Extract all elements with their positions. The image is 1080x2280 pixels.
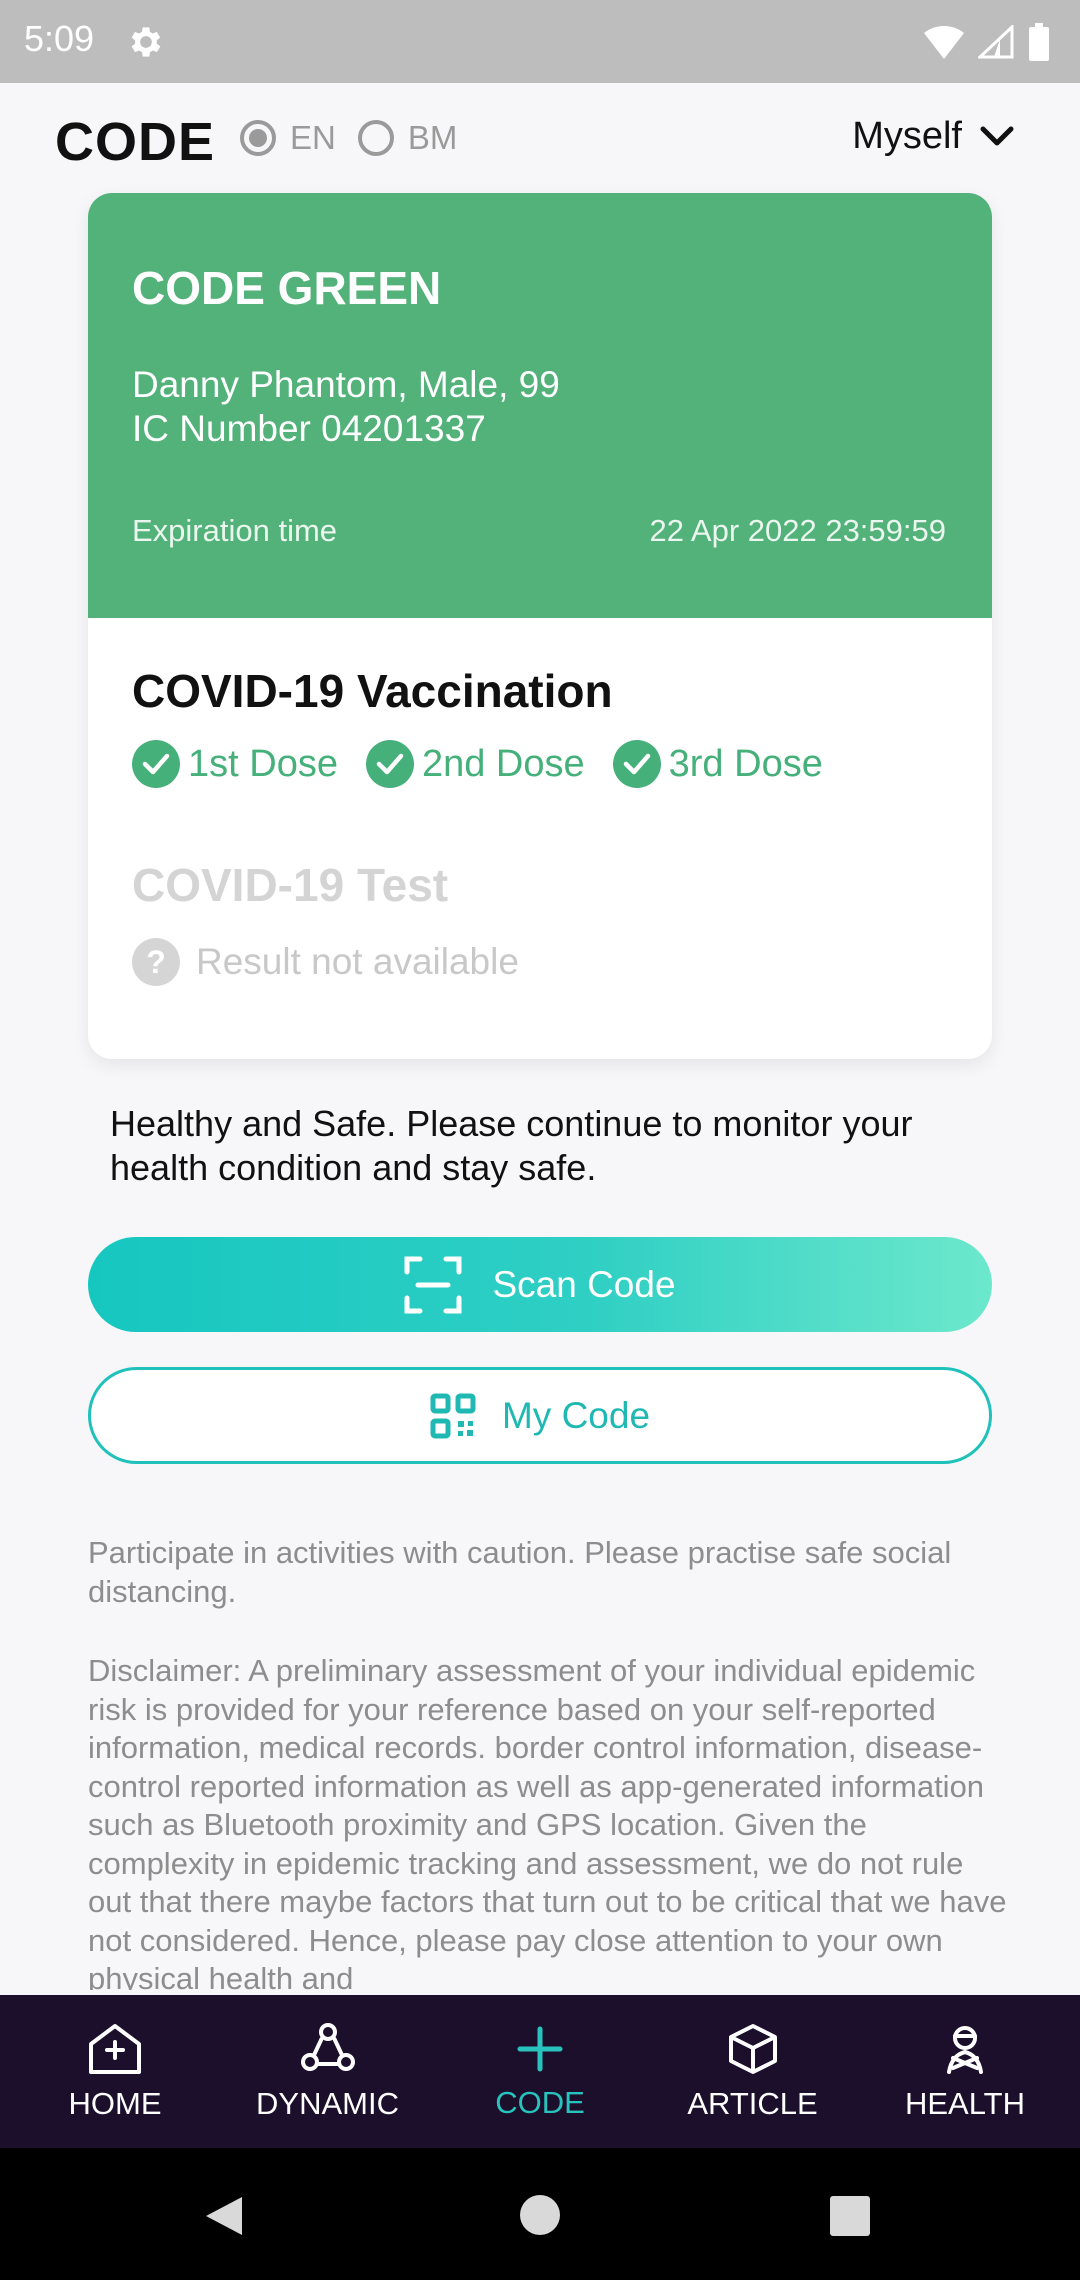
vaccination-title: COVID-19 Vaccination: [132, 665, 613, 717]
status-time: 5:09: [24, 18, 95, 59]
page-title: CODE: [55, 112, 216, 172]
nav-label-article: ARTICLE: [687, 2085, 818, 2121]
check-circle-icon: [365, 740, 414, 788]
gear-icon: [131, 27, 161, 57]
home-circle-icon[interactable]: [519, 2194, 561, 2236]
back-icon[interactable]: [204, 2195, 244, 2237]
dose-list: 1st Dose 2nd Dose 3rd Dose: [132, 740, 823, 788]
language-label-en: EN: [290, 119, 336, 156]
health-advice: Healthy and Safe. Please continue to mon…: [110, 1103, 913, 1188]
profile-label: Myself: [852, 115, 962, 157]
radio-unselected-icon: [357, 120, 394, 156]
dose-label: 2nd Dose: [421, 742, 585, 785]
wifi-icon: [924, 25, 964, 59]
vaccination-panel: COVID-19 Vaccination 1st Dose 2nd Dose 3…: [88, 618, 992, 1059]
language-option-en[interactable]: EN: [240, 119, 336, 157]
nav-label-dynamic: DYNAMIC: [256, 2085, 399, 2121]
my-code-button[interactable]: My Code: [88, 1367, 992, 1464]
language-option-bm[interactable]: BM: [357, 119, 458, 157]
status-icons: [924, 20, 1050, 64]
nav-item-health[interactable]: HEALTH: [870, 1995, 1060, 2148]
app-header: CODE EN BM Myself: [0, 83, 1080, 193]
dose-item: 3rd Dose: [612, 740, 823, 788]
system-navigation-bar: [0, 2148, 1080, 2280]
signal-icon: [978, 25, 1014, 59]
health-code-card: CODE GREEN Danny Phantom, Male, 99 IC Nu…: [88, 193, 992, 1059]
test-result: ? Result not available: [132, 938, 519, 986]
nav-label-health: HEALTH: [904, 2085, 1025, 2121]
test-title: COVID-19 Test: [132, 859, 449, 911]
health-icon: [947, 2025, 983, 2074]
nav-label-code: CODE: [495, 2084, 585, 2120]
code-status-panel: CODE GREEN Danny Phantom, Male, 99 IC Nu…: [88, 193, 992, 618]
scan-icon: [404, 1256, 462, 1313]
my-code-label: My Code: [501, 1394, 651, 1436]
nav-item-code[interactable]: CODE: [445, 1995, 635, 2148]
check-circle-icon: [612, 740, 661, 788]
qr-code-icon: [430, 1393, 476, 1438]
recents-icon[interactable]: [829, 2195, 871, 2237]
expiration-value: 22 Apr 2022 23:59:59: [649, 513, 946, 548]
scan-code-button[interactable]: Scan Code: [88, 1237, 992, 1332]
ic-number: IC Number 04201337: [132, 408, 486, 449]
dose-item: 1st Dose: [132, 740, 338, 788]
nav-label-home: HOME: [68, 2085, 162, 2121]
radio-selected-icon: [240, 120, 276, 156]
dose-label: 1st Dose: [188, 742, 338, 785]
nav-item-article[interactable]: ARTICLE: [658, 1995, 848, 2148]
home-plus-icon: [89, 2023, 141, 2074]
nav-item-home[interactable]: HOME: [20, 1995, 210, 2148]
expiration-label: Expiration time: [132, 513, 338, 548]
dose-item: 2nd Dose: [365, 740, 585, 788]
cube-icon: [728, 2023, 777, 2074]
question-circle-icon: ?: [132, 938, 180, 986]
language-selector: EN BM: [240, 119, 457, 157]
dose-label: 3rd Dose: [668, 742, 823, 785]
profile-dropdown[interactable]: Myself: [852, 115, 1014, 158]
nav-item-dynamic[interactable]: DYNAMIC: [233, 1995, 423, 2148]
battery-icon: [1029, 23, 1049, 61]
disclaimer-text: Disclaimer: A preliminary assessment of …: [88, 1653, 1007, 1990]
code-status-title: CODE GREEN: [132, 262, 442, 314]
bottom-navigation: HOME DYNAMIC CODE ARTICLE HEALTH: [0, 1995, 1080, 2148]
scan-code-label: Scan Code: [492, 1263, 676, 1305]
test-result-label: Result not available: [196, 941, 519, 982]
check-circle-icon: [132, 740, 180, 788]
status-bar: 5:09: [0, 0, 1080, 83]
person-info: Danny Phantom, Male, 99 IC Number 042013…: [132, 363, 560, 451]
language-label-bm: BM: [407, 119, 458, 156]
chevron-down-icon: [980, 126, 1014, 145]
participate-notice: Participate in activities with caution. …: [88, 1535, 952, 1609]
person-details: Danny Phantom, Male, 99: [132, 364, 560, 405]
dynamic-icon: [300, 2022, 355, 2071]
plus-icon: [517, 2026, 563, 2071]
